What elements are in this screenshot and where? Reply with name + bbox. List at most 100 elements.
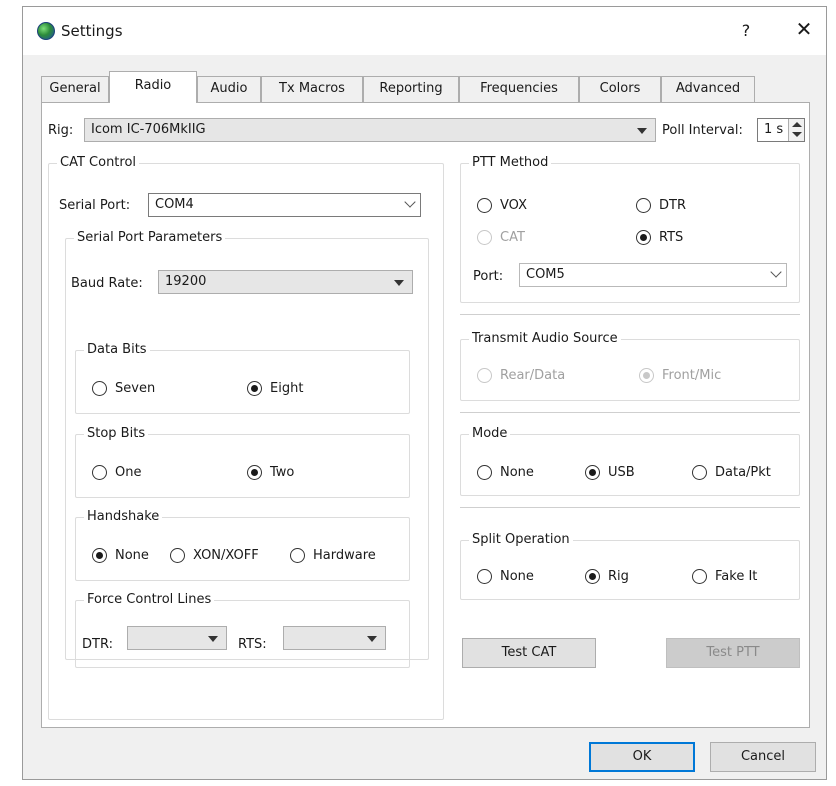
tab-colors[interactable]: Colors bbox=[579, 76, 661, 102]
spin-buttons[interactable] bbox=[788, 119, 804, 141]
radio-indicator[interactable] bbox=[636, 230, 651, 245]
radio-indicator[interactable] bbox=[247, 381, 262, 396]
radio-indicator[interactable] bbox=[636, 198, 651, 213]
data-bits-group: Data Bits Seven Eight bbox=[75, 342, 410, 414]
dropdown-arrow-icon bbox=[208, 636, 218, 642]
tab-general[interactable]: General bbox=[41, 76, 109, 102]
radio-indicator[interactable] bbox=[477, 198, 492, 213]
ptt-port-select[interactable]: COM5 bbox=[519, 263, 787, 287]
tab-frequencies[interactable]: Frequencies bbox=[459, 76, 579, 102]
handshake-xon-xoff-radio[interactable]: XON/XOFF bbox=[170, 548, 259, 563]
ptt-method-title: PTT Method bbox=[469, 155, 552, 170]
radio-label: None bbox=[500, 465, 534, 480]
radio-indicator[interactable] bbox=[692, 465, 707, 480]
tx-audio-rear-data-radio[interactable]: Rear/Data bbox=[477, 368, 565, 383]
radio-indicator[interactable] bbox=[92, 465, 107, 480]
baud-rate-select[interactable]: 19200 bbox=[158, 270, 413, 294]
dropdown-arrow-icon bbox=[394, 280, 404, 286]
spin-up-icon[interactable] bbox=[792, 122, 802, 127]
serial-port-parameters-group: Serial Port Parameters Baud Rate: 19200 … bbox=[65, 230, 429, 668]
tab-tx-macros[interactable]: Tx Macros bbox=[261, 76, 363, 102]
radio-indicator[interactable] bbox=[290, 548, 305, 563]
window-title: Settings bbox=[61, 22, 123, 40]
separator bbox=[460, 507, 800, 508]
radio-indicator[interactable] bbox=[477, 569, 492, 584]
split-none-radio[interactable]: None bbox=[477, 569, 534, 584]
serial-port-parameters-title: Serial Port Parameters bbox=[74, 230, 226, 245]
baud-rate-value: 19200 bbox=[165, 274, 207, 289]
radio-indicator[interactable] bbox=[92, 381, 107, 396]
settings-dialog: Settings ? ✕ General Radio Audio Tx Macr… bbox=[22, 6, 827, 780]
ok-button[interactable]: OK bbox=[589, 742, 695, 772]
ptt-method-group: PTT Method VOX DTR CAT RTS Port: COM5 bbox=[460, 155, 800, 303]
serial-port-label: Serial Port: bbox=[59, 198, 131, 213]
radio-indicator[interactable] bbox=[170, 548, 185, 563]
rts-select[interactable] bbox=[283, 626, 386, 650]
radio-indicator[interactable] bbox=[247, 465, 262, 480]
handshake-title: Handshake bbox=[84, 509, 163, 524]
radio-indicator[interactable] bbox=[585, 465, 600, 480]
stop-bits-two-radio[interactable]: Two bbox=[247, 465, 294, 480]
title-bar: Settings ? ✕ bbox=[23, 7, 826, 55]
serial-port-select[interactable]: COM4 bbox=[148, 193, 421, 217]
baud-rate-label: Baud Rate: bbox=[71, 276, 143, 291]
radio-label: VOX bbox=[500, 198, 527, 213]
ptt-rts-radio[interactable]: RTS bbox=[636, 230, 683, 245]
separator bbox=[460, 314, 800, 315]
data-bits-eight-radio[interactable]: Eight bbox=[247, 381, 303, 396]
radio-indicator[interactable] bbox=[585, 569, 600, 584]
radio-indicator[interactable] bbox=[477, 230, 492, 245]
close-button[interactable]: ✕ bbox=[792, 17, 816, 41]
app-globe-icon bbox=[37, 22, 55, 40]
tab-reporting[interactable]: Reporting bbox=[363, 76, 459, 102]
dropdown-arrow-icon bbox=[637, 128, 647, 134]
radio-indicator[interactable] bbox=[692, 569, 707, 584]
transmit-audio-source-title: Transmit Audio Source bbox=[469, 331, 621, 346]
radio-indicator[interactable] bbox=[477, 368, 492, 383]
split-rig-radio[interactable]: Rig bbox=[585, 569, 629, 584]
serial-port-value: COM4 bbox=[155, 197, 194, 212]
ptt-port-value: COM5 bbox=[526, 267, 565, 282]
split-operation-group: Split Operation None Rig Fake It bbox=[460, 532, 800, 600]
mode-data-pkt-radio[interactable]: Data/Pkt bbox=[692, 465, 771, 480]
chevron-down-icon bbox=[404, 196, 416, 208]
radio-label: Front/Mic bbox=[662, 368, 722, 383]
radio-indicator[interactable] bbox=[639, 368, 654, 383]
mode-none-radio[interactable]: None bbox=[477, 465, 534, 480]
poll-interval-value: 1 s bbox=[764, 122, 784, 137]
cancel-button[interactable]: Cancel bbox=[710, 742, 816, 772]
poll-interval-spinbox[interactable]: 1 s bbox=[757, 118, 805, 142]
handshake-none-radio[interactable]: None bbox=[92, 548, 149, 563]
data-bits-title: Data Bits bbox=[84, 342, 150, 357]
transmit-audio-source-group: Transmit Audio Source Rear/Data Front/Mi… bbox=[460, 331, 800, 401]
dtr-select[interactable] bbox=[127, 626, 227, 650]
radio-label: Rig bbox=[608, 569, 629, 584]
ptt-dtr-radio[interactable]: DTR bbox=[636, 198, 686, 213]
radio-indicator[interactable] bbox=[92, 548, 107, 563]
test-ptt-button[interactable]: Test PTT bbox=[666, 638, 800, 668]
ptt-vox-radio[interactable]: VOX bbox=[477, 198, 527, 213]
radio-indicator[interactable] bbox=[477, 465, 492, 480]
separator bbox=[460, 412, 800, 413]
force-control-lines-group: Force Control Lines DTR: RTS: bbox=[75, 592, 410, 668]
tx-audio-front-mic-radio[interactable]: Front/Mic bbox=[639, 368, 721, 383]
help-button[interactable]: ? bbox=[736, 21, 756, 40]
stop-bits-one-radio[interactable]: One bbox=[92, 465, 141, 480]
tab-radio[interactable]: Radio bbox=[109, 71, 197, 103]
dtr-label: DTR: bbox=[82, 637, 113, 652]
handshake-hardware-radio[interactable]: Hardware bbox=[290, 548, 376, 563]
mode-usb-radio[interactable]: USB bbox=[585, 465, 635, 480]
test-cat-button[interactable]: Test CAT bbox=[462, 638, 596, 668]
radio-label: None bbox=[115, 548, 149, 563]
radio-label: None bbox=[500, 569, 534, 584]
data-bits-seven-radio[interactable]: Seven bbox=[92, 381, 155, 396]
ptt-cat-radio[interactable]: CAT bbox=[477, 230, 525, 245]
rig-select[interactable]: Icom IC-706MkIIG bbox=[84, 118, 656, 142]
stop-bits-title: Stop Bits bbox=[84, 426, 149, 441]
ptt-port-label: Port: bbox=[473, 269, 504, 284]
radio-label: Seven bbox=[115, 381, 156, 396]
tab-advanced[interactable]: Advanced bbox=[661, 76, 755, 102]
tab-audio[interactable]: Audio bbox=[197, 76, 261, 102]
spin-down-icon[interactable] bbox=[792, 132, 802, 137]
split-fake-it-radio[interactable]: Fake It bbox=[692, 569, 757, 584]
